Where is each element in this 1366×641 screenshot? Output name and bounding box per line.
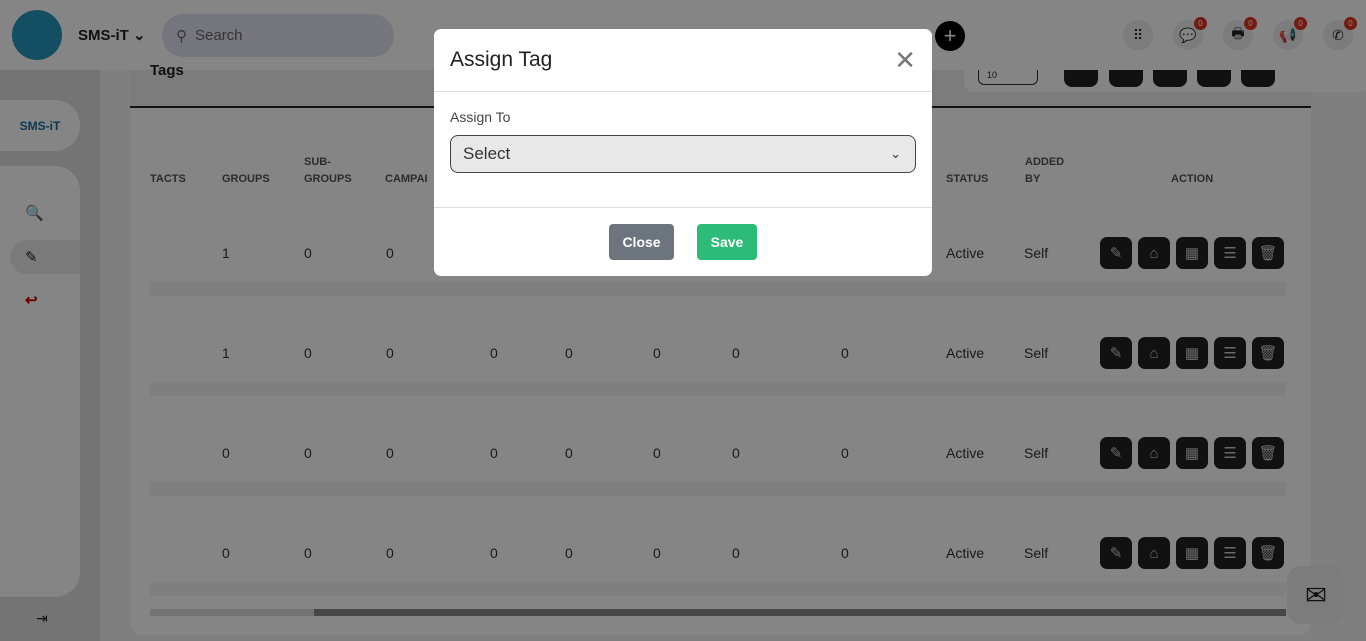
assign-tag-modal: Assign Tag ✕ Assign To Select ⌄ Close Save bbox=[434, 29, 932, 276]
assign-to-select[interactable]: Select ⌄ bbox=[450, 135, 916, 173]
save-button[interactable]: Save bbox=[697, 224, 757, 260]
close-icon[interactable]: ✕ bbox=[894, 45, 916, 76]
select-value: Select bbox=[463, 144, 511, 163]
modal-title: Assign Tag bbox=[450, 48, 553, 71]
chevron-down-icon: ⌄ bbox=[890, 146, 901, 161]
assign-to-label: Assign To bbox=[450, 109, 511, 125]
close-button[interactable]: Close bbox=[609, 224, 674, 260]
